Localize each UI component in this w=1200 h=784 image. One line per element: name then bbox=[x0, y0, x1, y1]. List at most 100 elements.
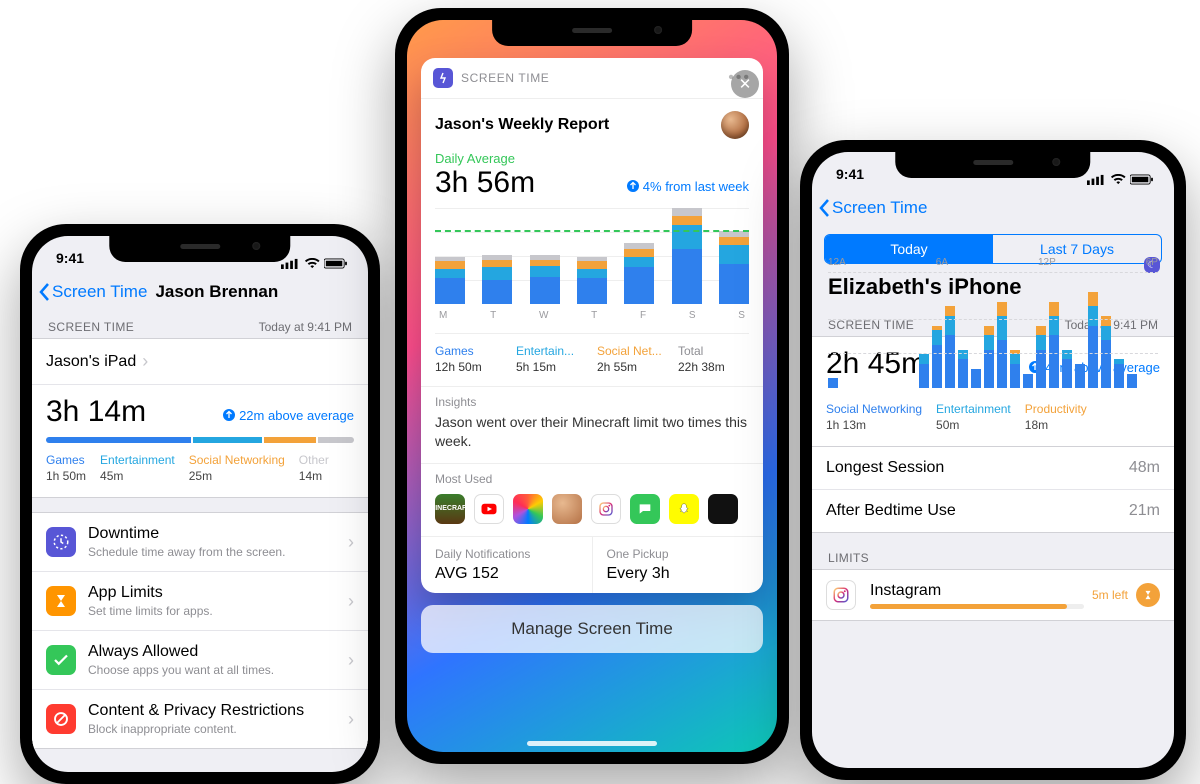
daily-average-section: Daily Average 3h 56m 4% from last week M… bbox=[421, 151, 763, 386]
manage-screen-time-button[interactable]: Manage Screen Time bbox=[421, 605, 763, 653]
delta-from-last-week: 4% from last week bbox=[627, 179, 749, 194]
daily-average-label: Daily Average bbox=[435, 151, 749, 166]
app-icon-youtube[interactable] bbox=[474, 494, 504, 524]
app-icon-minecraft[interactable]: MINECRAFT bbox=[435, 494, 465, 524]
screen: ✕ SCREEN TIME ••• Jason's Weekly Report … bbox=[407, 20, 777, 752]
app-icon-instagram bbox=[826, 580, 856, 610]
insights-section: Insights Jason went over their Minecraft… bbox=[421, 386, 763, 463]
notch bbox=[895, 152, 1090, 178]
section-header-screentime: SCREEN TIME Today at 9:41 PM bbox=[32, 310, 368, 338]
device-name: Jason's iPad bbox=[46, 353, 136, 371]
app-icon-instagram[interactable] bbox=[591, 494, 621, 524]
row-label: Downtime bbox=[88, 525, 342, 543]
settings-row[interactable]: Content & Privacy Restrictions Block inap… bbox=[32, 690, 368, 748]
notif-value: AVG 152 bbox=[435, 565, 578, 583]
settings-row[interactable]: App Limits Set time limits for apps. › bbox=[32, 572, 368, 631]
weekly-bar-chart bbox=[435, 208, 749, 304]
row-sub: Choose apps you want at all times. bbox=[88, 663, 342, 677]
settings-list: DowntimeSchedule time away from the scre… bbox=[32, 512, 368, 749]
widget-title: Jason's Weekly Report bbox=[435, 116, 609, 134]
hourglass-icon bbox=[46, 586, 76, 616]
widget-title-row: Jason's Weekly Report bbox=[421, 99, 763, 151]
screentime-widget: SCREEN TIME ••• Jason's Weekly Report Da… bbox=[421, 58, 763, 593]
app-icon-messages[interactable] bbox=[630, 494, 660, 524]
app-icon-game[interactable] bbox=[513, 494, 543, 524]
arrow-up-icon bbox=[627, 180, 639, 192]
notch bbox=[492, 20, 692, 46]
back-button[interactable]: Screen Time bbox=[38, 282, 147, 302]
nav-bar: Screen Time bbox=[812, 192, 1174, 226]
section-timestamp: Today at 9:41 PM bbox=[259, 320, 352, 334]
chevron-left-icon bbox=[38, 282, 50, 302]
device-row[interactable]: Jason's iPad › bbox=[32, 339, 368, 385]
category-legend: Games1h 50mEntertainment45mSocial Networ… bbox=[46, 453, 354, 483]
widget-header-label: SCREEN TIME bbox=[461, 71, 549, 85]
phone-left: 9:41 Screen Time Jason Brennan SCREEN TI… bbox=[20, 224, 380, 784]
session-rows: Longest Session48mAfter Bedtime Use21m bbox=[812, 446, 1174, 533]
notch bbox=[109, 236, 290, 262]
most-used-label: Most Used bbox=[435, 472, 749, 486]
limits-header: LIMITS bbox=[828, 551, 869, 565]
close-button[interactable]: ✕ bbox=[731, 70, 759, 98]
usage-card: 2h 45m 42m above average 12A6A12P6P ☾ So… bbox=[812, 336, 1174, 447]
app-icon-snapchat[interactable] bbox=[669, 494, 699, 524]
weekday-labels: MTWTFSS bbox=[439, 310, 745, 321]
check-icon bbox=[46, 645, 76, 675]
daily-average-value: 3h 56m bbox=[435, 166, 535, 200]
stat-row[interactable]: Longest Session48m bbox=[812, 447, 1174, 490]
nav-bar: Screen Time Jason Brennan bbox=[32, 276, 368, 310]
home-indicator[interactable] bbox=[527, 741, 657, 746]
app-icon-contact[interactable] bbox=[552, 494, 582, 524]
stat-row[interactable]: After Bedtime Use21m bbox=[812, 490, 1174, 532]
row-label: Always Allowed bbox=[88, 643, 342, 661]
limit-row-instagram[interactable]: Instagram 5m left bbox=[812, 569, 1174, 621]
phone-right: 9:41 Screen Time Today Last 7 Days Eliza… bbox=[800, 140, 1186, 780]
row-label: Content & Privacy Restrictions bbox=[88, 702, 342, 720]
limit-progress bbox=[870, 604, 1084, 609]
restrict-icon bbox=[46, 704, 76, 734]
chevron-left-icon bbox=[818, 198, 830, 218]
back-button[interactable]: Screen Time bbox=[818, 198, 927, 218]
settings-row[interactable]: Always Allowed Choose apps you want at al… bbox=[32, 631, 368, 690]
chevron-right-icon: › bbox=[348, 532, 354, 553]
hourglass-icon bbox=[1136, 583, 1160, 607]
row-sub: Set time limits for apps. bbox=[88, 604, 342, 618]
status-icons bbox=[281, 250, 348, 276]
screentime-card: Jason's iPad › 3h 14m 22m above average … bbox=[32, 338, 368, 498]
row-sub: Block inappropriate content. bbox=[88, 722, 342, 736]
pickup-label: One Pickup bbox=[607, 547, 750, 561]
notif-label: Daily Notifications bbox=[435, 547, 578, 561]
settings-row[interactable]: DowntimeSchedule time away from the scre… bbox=[32, 513, 368, 572]
limit-track: Instagram bbox=[870, 582, 1084, 609]
stats-two-col: Daily Notifications AVG 152 One Pickup E… bbox=[421, 536, 763, 593]
delta-above-average: 22m above average bbox=[223, 408, 354, 423]
nav-title: Jason Brennan bbox=[155, 282, 278, 302]
screentime-app-icon bbox=[433, 68, 453, 88]
category-totals: Games12h 50mEntertain...5h 15mSocial Net… bbox=[435, 333, 749, 374]
back-label: Screen Time bbox=[832, 198, 927, 218]
category-legend: Social Networking1h 13mEntertainment50mP… bbox=[826, 402, 1160, 432]
insights-body: Jason went over their Minecraft limit tw… bbox=[435, 413, 749, 451]
app-icon-other[interactable] bbox=[708, 494, 738, 524]
category-bar-chart bbox=[46, 437, 354, 443]
row-label: App Limits bbox=[88, 584, 342, 602]
one-pickup: One Pickup Every 3h bbox=[593, 537, 764, 593]
insights-label: Insights bbox=[435, 395, 749, 409]
widget-header: SCREEN TIME ••• bbox=[421, 58, 763, 99]
usage-summary: 3h 14m 22m above average Games1h 50mEnte… bbox=[32, 385, 368, 497]
hour-labels: 12A6A12P6P bbox=[826, 257, 1160, 272]
limit-remaining: 5m left bbox=[1092, 588, 1128, 602]
downtime-icon bbox=[46, 527, 76, 557]
limits-header-row: LIMITS bbox=[812, 541, 1174, 569]
phone-center: ✕ SCREEN TIME ••• Jason's Weekly Report … bbox=[395, 8, 789, 764]
chevron-right-icon: › bbox=[348, 591, 354, 612]
limit-app-name: Instagram bbox=[870, 582, 1084, 600]
status-icons bbox=[1087, 166, 1154, 192]
arrow-up-icon bbox=[223, 409, 235, 421]
avatar[interactable] bbox=[721, 111, 749, 139]
section-label: SCREEN TIME bbox=[48, 320, 134, 334]
daily-notifications: Daily Notifications AVG 152 bbox=[421, 537, 593, 593]
hourly-bar-chart bbox=[828, 272, 1158, 392]
pickup-value: Every 3h bbox=[607, 565, 750, 583]
status-time: 9:41 bbox=[836, 166, 864, 192]
